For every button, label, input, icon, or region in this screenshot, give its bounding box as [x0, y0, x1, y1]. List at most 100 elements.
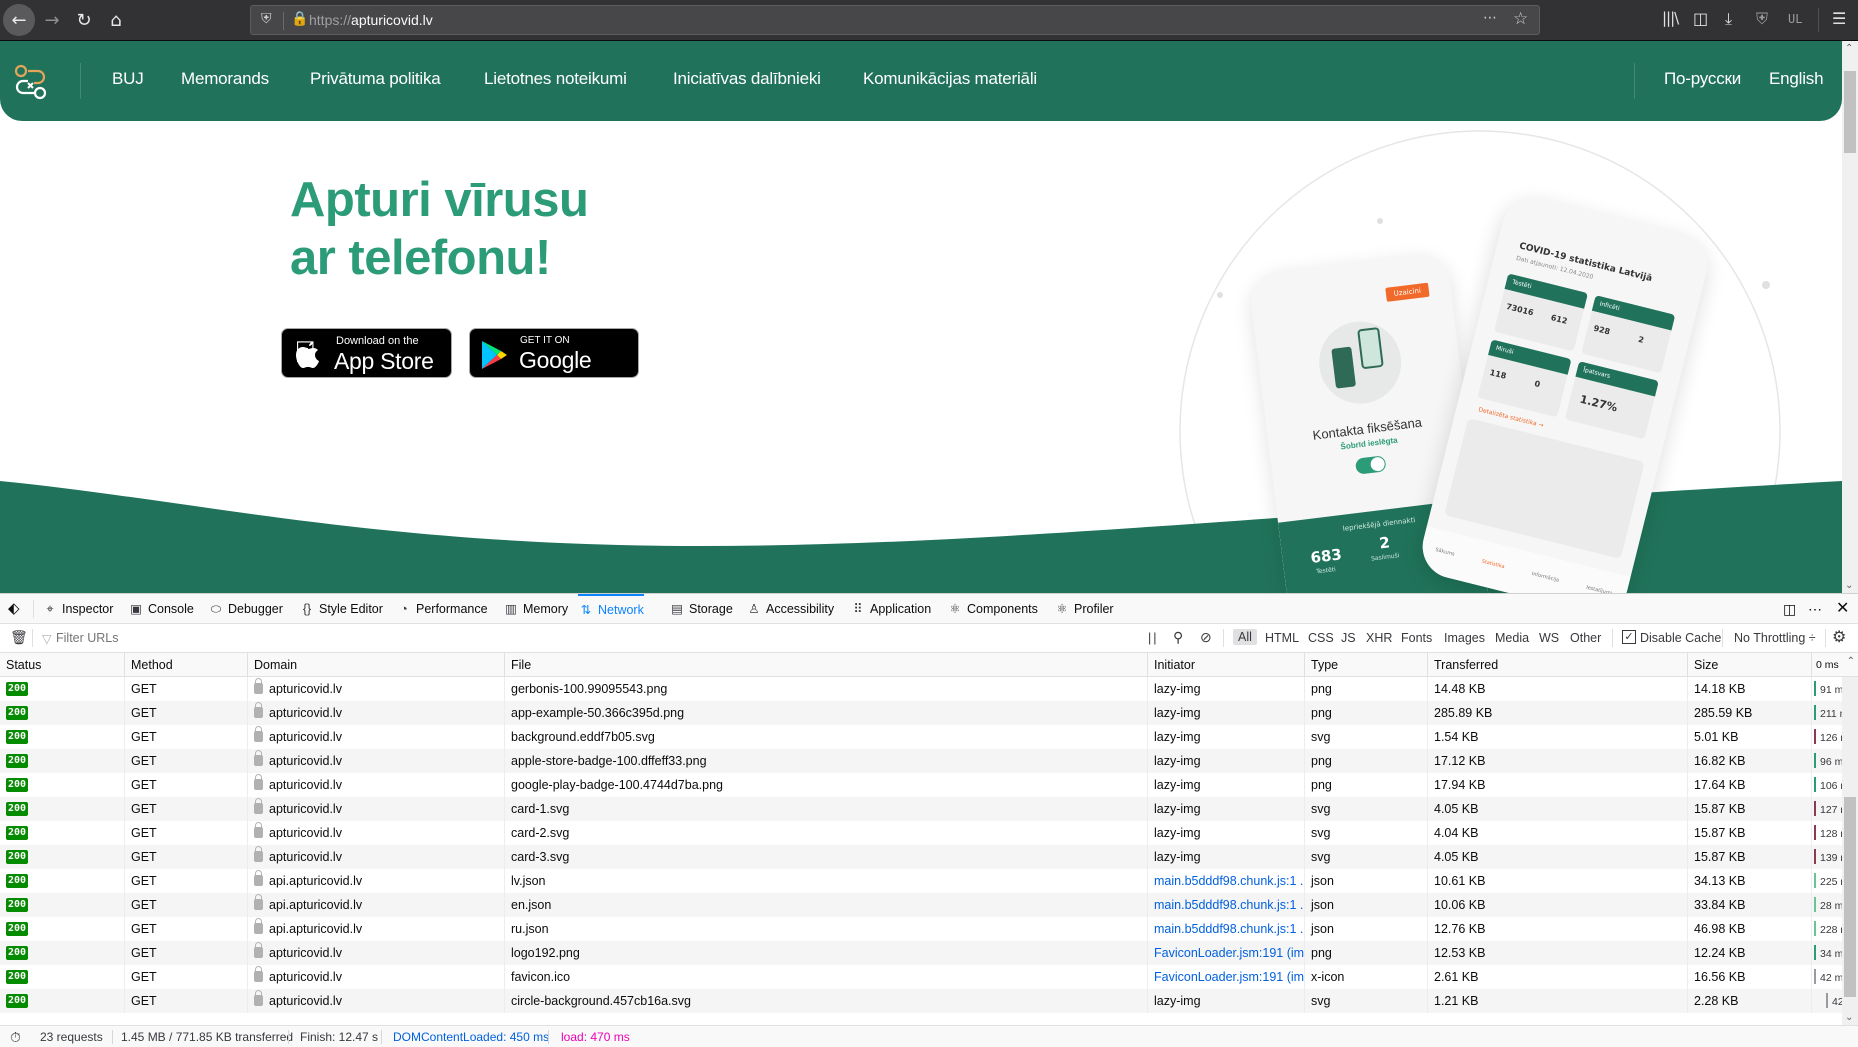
column-size[interactable]: Size [1688, 653, 1812, 677]
table-row[interactable]: 200 GET apturicovid.lv gerbonis-100.9909554… [0, 677, 1842, 701]
table-row[interactable]: 200 GET api.apturicovid.lv ru.json main.b5dd… [0, 917, 1842, 941]
table-row[interactable]: 200 GET apturicovid.lv app-example-50.366c3… [0, 701, 1842, 725]
column-domain[interactable]: Domain [248, 653, 505, 677]
sidebar-icon[interactable]: ◫ [1693, 9, 1708, 28]
page-actions-icon[interactable]: ⋯ [1483, 10, 1498, 26]
forward-button[interactable]: → [36, 4, 68, 36]
scroll-down-icon[interactable]: ⌄ [1845, 580, 1853, 591]
tab-inspector[interactable]: ⌖ Inspector [42, 594, 113, 624]
column-type[interactable]: Type [1305, 653, 1428, 677]
table-scroll-up-icon[interactable]: ⌃ [1847, 656, 1855, 667]
type-filter-html[interactable]: HTML [1265, 631, 1299, 645]
table-row[interactable]: 200 GET apturicovid.lv background.eddf7b05.… [0, 725, 1842, 749]
tab-components[interactable]: ⚛ Components [947, 594, 1037, 624]
nav-link-terms[interactable]: Lietotnes noteikumi [484, 69, 627, 89]
url-text[interactable]: https://apturicovid.lv [309, 12, 433, 28]
cell-initiator[interactable]: FaviconLoader.jsm:191 (img) [1148, 941, 1305, 965]
back-button[interactable]: ← [3, 4, 35, 36]
close-devtools-icon[interactable]: ✕ [1836, 594, 1849, 624]
column-waterfall[interactable]: 0 ms [1812, 653, 1842, 677]
column-file[interactable]: File [505, 653, 1148, 677]
scroll-up-icon[interactable]: ⌃ [1845, 43, 1853, 54]
ul-extension-icon[interactable]: UL [1788, 12, 1802, 26]
filter-urls-input[interactable] [56, 629, 1056, 647]
pause-icon[interactable]: || [1148, 631, 1159, 645]
type-filter-media[interactable]: Media [1495, 631, 1529, 645]
table-row[interactable]: 200 GET apturicovid.lv logo192.png FaviconLo… [0, 941, 1842, 965]
tab-storage[interactable]: ▤ Storage [669, 594, 733, 624]
nav-link-buj[interactable]: BUJ [112, 69, 144, 89]
network-settings-gear-icon[interactable]: ⚙ [1832, 627, 1846, 647]
cell-initiator[interactable]: main.b5dddf98.chunk.js:1 ... [1148, 917, 1305, 941]
block-icon[interactable]: ⊘ [1200, 629, 1212, 646]
throttling-select[interactable]: No Throttling ÷ [1734, 631, 1816, 645]
page-scrollbar-thumb[interactable] [1844, 71, 1856, 153]
clear-trash-icon[interactable]: 🗑 [10, 629, 28, 646]
element-picker-icon[interactable]: ⬖ [8, 594, 20, 624]
search-icon[interactable]: ⚲ [1173, 629, 1183, 646]
disable-cache-checkbox[interactable]: ✓ [1622, 630, 1636, 644]
reload-button[interactable]: ↻ [68, 4, 100, 36]
cell-file: logo192.png [505, 941, 1148, 965]
type-filter-fonts[interactable]: Fonts [1401, 631, 1432, 645]
url-bar[interactable]: ⛨ 🔒 https://apturicovid.lv ⋯ ☆ [250, 5, 1540, 35]
dock-side-icon[interactable]: ◫ [1783, 594, 1796, 624]
menu-icon[interactable]: ☰ [1832, 9, 1846, 28]
table-row[interactable]: 200 GET apturicovid.lv card-3.svg lazy-img sv… [0, 845, 1842, 869]
table-row[interactable]: 200 GET apturicovid.lv card-2.svg lazy-img sv… [0, 821, 1842, 845]
tracking-shield-icon[interactable]: ⛨ [261, 11, 272, 27]
page-scrollbar[interactable]: ⌃ ⌄ [1842, 41, 1858, 593]
nav-link-memorands[interactable]: Memorands [181, 69, 269, 89]
tab-memory[interactable]: ▥ Memory [503, 594, 568, 624]
disable-cache-label[interactable]: Disable Cache [1640, 631, 1721, 645]
type-filter-all[interactable]: All [1233, 629, 1257, 645]
tab-network[interactable]: ⇅ Network [578, 594, 644, 624]
network-table-scrollbar-thumb[interactable] [1844, 797, 1856, 997]
tab-accessibility[interactable]: ♙ Accessibility [746, 594, 834, 624]
type-filter-css[interactable]: CSS [1308, 631, 1334, 645]
tab-application[interactable]: ⠿ Application [850, 594, 931, 624]
devtools-more-icon[interactable]: ⋯ [1808, 594, 1822, 624]
tab-performance[interactable]: ◔ Performance [396, 594, 487, 624]
tab-profiler[interactable]: ⚛ Profiler [1054, 594, 1113, 624]
column-initiator[interactable]: Initiator [1148, 653, 1305, 677]
column-status[interactable]: Status [0, 653, 125, 677]
tab-console[interactable]: ▣ Console [128, 594, 194, 624]
table-row[interactable]: 200 GET apturicovid.lv favicon.ico FaviconLo… [0, 965, 1842, 989]
google-play-badge[interactable]: GET IT ON Google Play [469, 328, 639, 400]
app-store-badge[interactable]:  Download on the App Store [281, 328, 452, 378]
table-row[interactable]: 200 GET apturicovid.lv apple-store-badge-10… [0, 749, 1842, 773]
type-filter-xhr[interactable]: XHR [1366, 631, 1392, 645]
download-icon[interactable]: ⤓ [1725, 9, 1732, 29]
cell-initiator[interactable]: main.b5dddf98.chunk.js:1 ... [1148, 869, 1305, 893]
type-filter-js[interactable]: JS [1341, 631, 1356, 645]
site-logo[interactable] [14, 59, 50, 103]
table-row[interactable]: 200 GET apturicovid.lv circle-background.45… [0, 989, 1842, 1013]
table-row[interactable]: 200 GET apturicovid.lv card-1.svg lazy-img sv… [0, 797, 1842, 821]
type-filter-ws[interactable]: WS [1539, 631, 1559, 645]
tab-style-editor[interactable]: {} Style Editor [299, 594, 383, 624]
nav-link-participants[interactable]: Iniciatīvas dalībnieki [673, 69, 821, 89]
lang-russian[interactable]: По-русски [1664, 69, 1741, 89]
cell-initiator[interactable]: main.b5dddf98.chunk.js:1 ... [1148, 893, 1305, 917]
table-row[interactable]: 200 GET api.apturicovid.lv en.json main.b5dd… [0, 893, 1842, 917]
network-table-scrollbar[interactable]: ⌄ [1842, 677, 1858, 1025]
library-icon[interactable]: |||\ [1662, 9, 1679, 27]
nav-link-privacy[interactable]: Privātuma politika [310, 69, 441, 89]
table-scroll-down-icon[interactable]: ⌄ [1845, 1012, 1853, 1023]
type-filter-images[interactable]: Images [1444, 631, 1485, 645]
nav-link-materials[interactable]: Komunikācijas materiāli [863, 69, 1037, 89]
tab-debugger[interactable]: ⬭ Debugger [208, 594, 283, 624]
table-row[interactable]: 200 GET api.apturicovid.lv lv.json main.b5dd… [0, 869, 1842, 893]
home-button[interactable]: ⌂ [100, 4, 132, 36]
bookmark-star-icon[interactable]: ☆ [1513, 9, 1528, 29]
ublock-icon[interactable]: ⛨ [1756, 9, 1768, 29]
table-row[interactable]: 200 GET apturicovid.lv google-play-badge-10… [0, 773, 1842, 797]
column-method[interactable]: Method [125, 653, 248, 677]
type-filter-other[interactable]: Other [1570, 631, 1601, 645]
lang-english[interactable]: English [1769, 69, 1824, 89]
cell-transferred: 2.61 KB [1428, 965, 1688, 989]
cell-initiator[interactable]: FaviconLoader.jsm:191 (img) [1148, 965, 1305, 989]
lock-icon[interactable]: 🔒 [291, 11, 308, 27]
column-transferred[interactable]: Transferred [1428, 653, 1688, 677]
